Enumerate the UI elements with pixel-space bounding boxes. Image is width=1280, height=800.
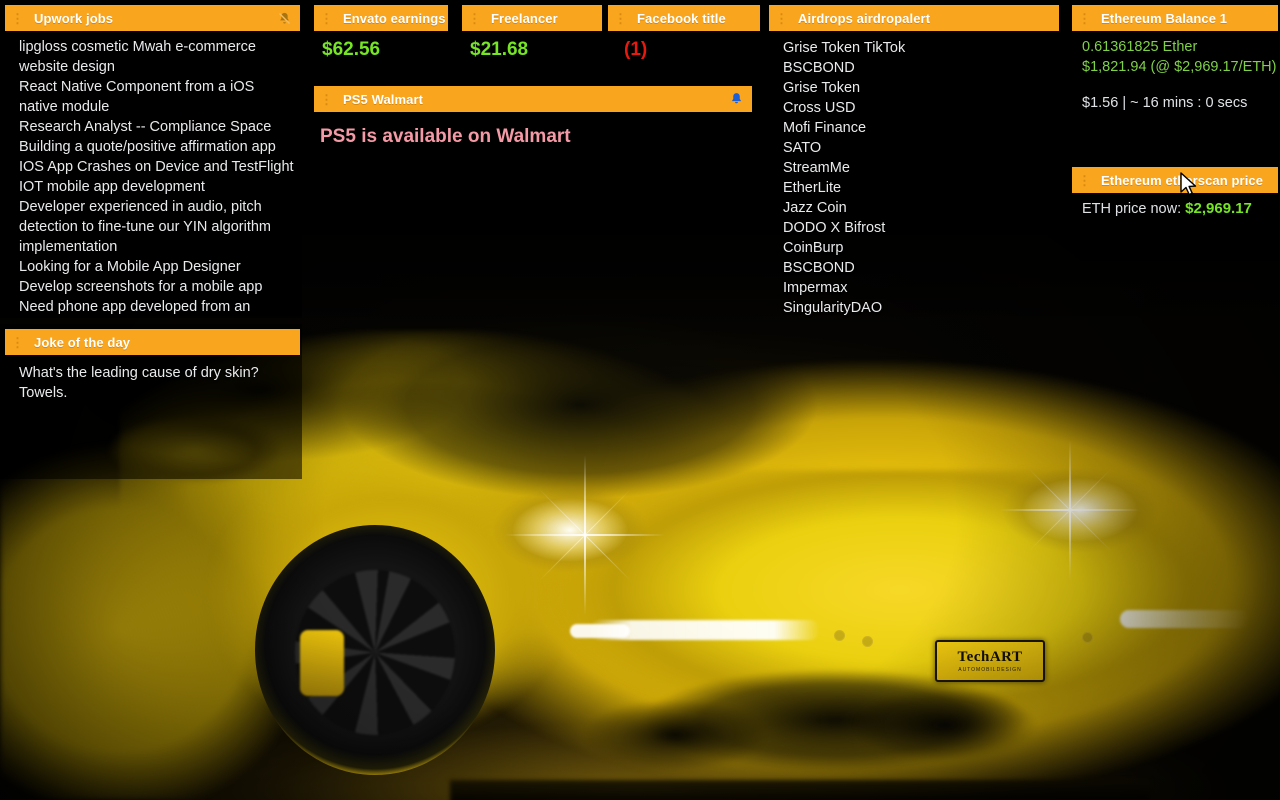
- eth-balance-title: Ethereum Balance 1: [1101, 10, 1228, 26]
- upwork-title: Upwork jobs: [34, 10, 114, 26]
- list-item[interactable]: Need phone app developed from an: [5, 297, 300, 317]
- widget-ps5-walmart[interactable]: ⋮ PS5 Walmart PS5 is available on Walmar…: [314, 86, 752, 148]
- airdrops-title: Airdrops airdropalert: [798, 10, 931, 26]
- envato-title: Envato earnings: [343, 10, 446, 26]
- list-item[interactable]: BSCBOND: [769, 58, 1059, 78]
- eth-balance-header[interactable]: ⋮ Ethereum Balance 1: [1072, 5, 1278, 31]
- list-item[interactable]: detection to fine-tune our YIN algorithm: [5, 217, 300, 237]
- ps5-title: PS5 Walmart: [343, 91, 424, 107]
- widget-airdrops-airdropalert[interactable]: ⋮ Airdrops airdropalert Grise Token TikT…: [769, 5, 1059, 318]
- eth-balance-ether: 0.61361825 Ether: [1082, 39, 1198, 55]
- envato-header[interactable]: ⋮ Envato earnings: [314, 5, 448, 31]
- drag-handle-icon[interactable]: ⋮: [775, 12, 788, 25]
- list-item[interactable]: native module: [5, 97, 300, 117]
- joke-line: Towels.: [19, 385, 68, 401]
- list-item[interactable]: BSCBOND: [769, 258, 1059, 278]
- widget-freelancer-earnings[interactable]: ⋮ Freelancer $21.68: [462, 5, 602, 61]
- list-item[interactable]: website design: [5, 57, 300, 77]
- list-item[interactable]: Impermax: [769, 278, 1059, 298]
- list-item[interactable]: Looking for a Mobile App Designer: [5, 257, 300, 277]
- list-item[interactable]: lipgloss cosmetic Mwah e-commerce: [5, 37, 300, 57]
- list-item[interactable]: Grise Token: [769, 78, 1059, 98]
- eth-balance-fiat: $1,821.94 (@ $2,969.17/ETH): [1082, 59, 1277, 75]
- eth-gas-estimate: $1.56 | ~ 16 mins : 0 secs: [1082, 95, 1248, 111]
- list-item[interactable]: IOS App Crashes on Device and TestFlight: [5, 157, 300, 177]
- ps5-header[interactable]: ⋮ PS5 Walmart: [314, 86, 752, 112]
- upwork-header[interactable]: ⋮ Upwork jobs: [5, 5, 300, 31]
- desktop-stage: TechART AUTOMOBILDESIGN ⋮ Upwork jobs li…: [0, 0, 1280, 800]
- list-item[interactable]: IOT mobile app development: [5, 177, 300, 197]
- ps5-message: PS5 is available on Walmart: [320, 126, 571, 147]
- widget-ethereum-balance[interactable]: ⋮ Ethereum Balance 1 0.61361825 Ether $1…: [1072, 5, 1278, 113]
- widget-facebook-title[interactable]: ⋮ Facebook title (1): [608, 5, 760, 61]
- drag-handle-icon[interactable]: ⋮: [320, 12, 333, 25]
- drag-handle-icon[interactable]: ⋮: [468, 12, 481, 25]
- joke-body: What's the leading cause of dry skin? To…: [5, 355, 300, 403]
- drag-handle-icon[interactable]: ⋮: [11, 12, 24, 25]
- list-item[interactable]: SATO: [769, 138, 1059, 158]
- list-item[interactable]: Grise Token TikTok: [769, 38, 1059, 58]
- list-item[interactable]: Mofi Finance: [769, 118, 1059, 138]
- widget-ethereum-etherscan-price[interactable]: ⋮ Ethereum etherscan price ETH price now…: [1072, 167, 1278, 219]
- joke-line: What's the leading cause of dry skin?: [19, 365, 259, 381]
- list-item[interactable]: Building a quote/positive affirmation ap…: [5, 137, 300, 157]
- airdrops-header[interactable]: ⋮ Airdrops airdropalert: [769, 5, 1059, 31]
- eth-price-title: Ethereum etherscan price: [1101, 172, 1264, 188]
- envato-value: $62.56: [322, 39, 381, 60]
- joke-header[interactable]: ⋮ Joke of the day: [5, 329, 300, 355]
- freelancer-title: Freelancer: [491, 10, 558, 26]
- bell-muted-icon[interactable]: [277, 11, 292, 26]
- facebook-unread-count: (1): [624, 39, 648, 60]
- freelancer-header[interactable]: ⋮ Freelancer: [462, 5, 602, 31]
- widget-joke-of-the-day[interactable]: ⋮ Joke of the day What's the leading cau…: [5, 329, 300, 403]
- list-item[interactable]: DODO X Bifrost: [769, 218, 1059, 238]
- list-item[interactable]: CoinBurp: [769, 238, 1059, 258]
- eth-price-header[interactable]: ⋮ Ethereum etherscan price: [1072, 167, 1278, 193]
- list-item[interactable]: React Native Component from a iOS: [5, 77, 300, 97]
- list-item[interactable]: implementation: [5, 237, 300, 257]
- drag-handle-icon[interactable]: ⋮: [320, 93, 333, 106]
- list-item[interactable]: Cross USD: [769, 98, 1059, 118]
- airdrops-list: Grise Token TikTok BSCBOND Grise Token C…: [769, 31, 1059, 318]
- list-item[interactable]: Developer experienced in audio, pitch: [5, 197, 300, 217]
- eth-price-label: ETH price now:: [1082, 201, 1182, 217]
- drag-handle-icon[interactable]: ⋮: [1078, 12, 1091, 25]
- list-item[interactable]: SingularityDAO: [769, 298, 1059, 318]
- joke-title: Joke of the day: [34, 334, 131, 350]
- drag-handle-icon[interactable]: ⋮: [1078, 174, 1091, 187]
- list-item[interactable]: StreamMe: [769, 158, 1059, 178]
- drag-handle-icon[interactable]: ⋮: [614, 12, 627, 25]
- bell-icon[interactable]: [729, 91, 744, 107]
- eth-price-row: ETH price now: $2,969.17: [1072, 193, 1278, 219]
- upwork-list: lipgloss cosmetic Mwah e-commerce websit…: [5, 31, 300, 317]
- list-item[interactable]: Research Analyst -- Compliance Space: [5, 117, 300, 137]
- list-item[interactable]: Jazz Coin: [769, 198, 1059, 218]
- eth-price-value: $2,969.17: [1185, 200, 1252, 217]
- list-item[interactable]: Develop screenshots for a mobile app: [5, 277, 300, 297]
- freelancer-value: $21.68: [470, 39, 529, 60]
- widget-envato-earnings[interactable]: ⋮ Envato earnings $62.56: [314, 5, 448, 61]
- facebook-header[interactable]: ⋮ Facebook title: [608, 5, 760, 31]
- facebook-title: Facebook title: [637, 10, 726, 26]
- list-item[interactable]: EtherLite: [769, 178, 1059, 198]
- drag-handle-icon[interactable]: ⋮: [11, 336, 24, 349]
- widget-upwork-jobs[interactable]: ⋮ Upwork jobs lipgloss cosmetic Mwah e-c…: [5, 5, 300, 317]
